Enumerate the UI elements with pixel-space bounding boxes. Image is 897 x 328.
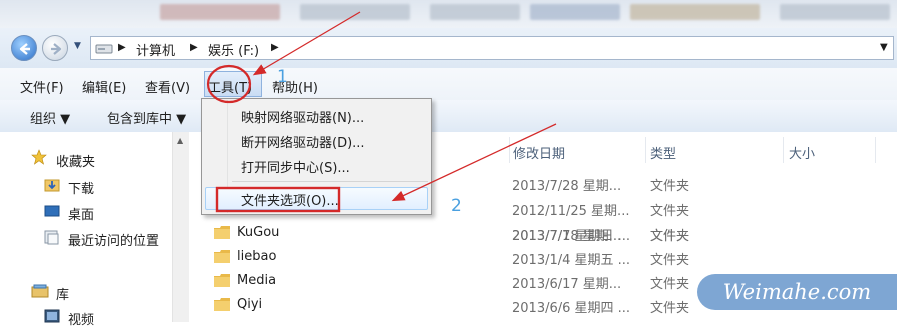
- annotation-circle: [206, 64, 252, 104]
- step-number-2: 2: [451, 196, 462, 216]
- annotation-box: [215, 186, 341, 213]
- annotation-arrow: [391, 123, 557, 202]
- annotation-arrow: [252, 11, 361, 76]
- watermark-logo: Weimahe.com: [697, 274, 897, 310]
- step-number-1: 1: [277, 67, 288, 87]
